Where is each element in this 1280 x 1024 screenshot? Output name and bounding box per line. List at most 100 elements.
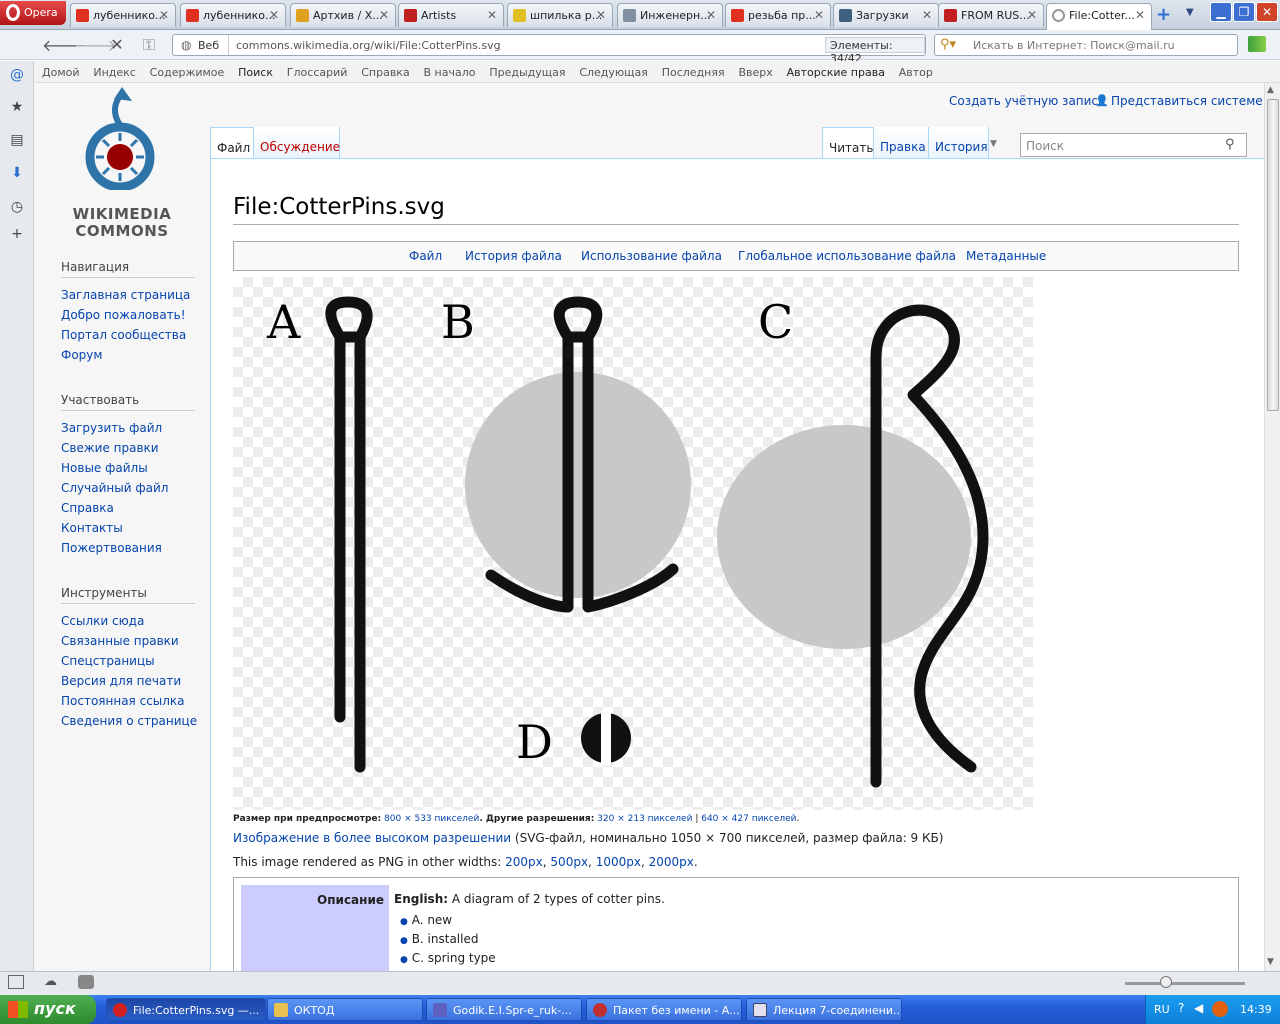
nav-help[interactable]: Справка [361,66,409,79]
nav-previous[interactable]: Предыдущая [489,66,565,79]
tab-edit[interactable]: Правка [874,127,929,159]
tab-read[interactable]: Читать [822,127,874,159]
browser-tab[interactable]: FROM RUS... ✕ [938,3,1044,27]
sidebar-item-new-files[interactable]: Новые файлы [61,461,148,475]
zoom-slider-track[interactable] [1125,982,1245,985]
browser-tab[interactable]: Артхив / Х... ✕ [290,3,396,27]
more-actions-icon[interactable]: ▼ [990,139,997,149]
start-button[interactable]: пуск [0,995,96,1024]
taskbar-item[interactable]: Пакет без имени - А... [586,998,742,1021]
tab-file[interactable]: Файл [210,127,254,159]
sidebar-item-welcome[interactable]: Добро пожаловать! [61,308,186,322]
zoom-slider-handle[interactable] [1160,976,1172,988]
nav-index[interactable]: Индекс [93,66,136,79]
close-tab-icon[interactable]: ✕ [379,8,389,22]
address-field[interactable]: ◍ Веб commons.wikimedia.org/wiki/File:Co… [172,34,926,65]
bookmarks-icon[interactable]: ★ [8,99,26,117]
tab-discussion[interactable]: Обсуждение [254,127,340,159]
nav-home[interactable]: Домой [42,66,80,79]
toc-file-usage[interactable]: Использование файла [581,249,722,263]
language-indicator[interactable]: RU [1154,1003,1170,1016]
sidebar-item-random-file[interactable]: Случайный файл [61,481,168,495]
sidebar-item-recent-changes[interactable]: Свежие правки [61,441,159,455]
toc-global-usage[interactable]: Глобальное использование файла [738,249,956,263]
help-icon[interactable]: ? [1178,1001,1184,1015]
file-preview-image[interactable]: A B C D [233,277,1033,810]
sidebar-item-page-info[interactable]: Сведения о странице [61,714,197,728]
key-icon[interactable]: ⚿ [138,35,160,55]
nav-start[interactable]: В начало [424,66,476,79]
sidebar-item-related-changes[interactable]: Связанные правки [61,634,179,648]
browser-tab[interactable]: шпилька р... ✕ [507,3,613,27]
stop-icon[interactable]: ✕ [106,35,128,55]
png-1000-link[interactable]: 1000px [596,855,641,869]
preview-size-link[interactable]: 800 × 533 пикселей [384,814,479,824]
close-tab-icon[interactable]: ✕ [487,8,497,22]
minimize-icon[interactable]: ▁ [1210,2,1232,22]
forward-icon[interactable]: 🡒 [74,35,117,55]
tab-menu-icon[interactable]: ▼ [1186,7,1194,18]
sidebar-item-printable[interactable]: Версия для печати [61,674,181,688]
toc-file-history[interactable]: История файла [465,249,562,263]
tray-app-icon[interactable] [1212,1001,1228,1017]
unite-icon[interactable] [78,975,94,989]
toc-file[interactable]: Файл [409,249,442,263]
sidebar-item-permalink[interactable]: Постоянная ссылка [61,694,185,708]
taskbar-item[interactable]: File:CotterPins.svg —... [106,998,266,1021]
close-tab-icon[interactable]: ✕ [159,8,169,22]
page-scrollbar[interactable]: ▲ ▼ [1264,83,1280,971]
nav-up[interactable]: Вверх [738,66,772,79]
sidebar-item-help[interactable]: Справка [61,501,114,515]
close-tab-icon[interactable]: ✕ [1135,8,1145,22]
sidebar-item-contacts[interactable]: Контакты [61,521,123,535]
add-panel-icon[interactable]: + [8,226,26,244]
browser-tab-active[interactable]: File:Cotter... ✕ [1046,3,1152,30]
create-account-link[interactable]: Создать учётную запись [949,94,1105,108]
nav-next[interactable]: Следующая [579,66,648,79]
wiki-search-input[interactable]: Поиск ⚲ [1020,133,1247,157]
png-500-link[interactable]: 500px [550,855,588,869]
png-200-link[interactable]: 200px [505,855,543,869]
downloads-icon[interactable]: ⬇ [8,165,26,183]
taskbar-item[interactable]: Лекция 7-соединени... [746,998,902,1021]
browser-tab[interactable]: Загрузки ✕ [833,3,939,27]
sidebar-item-special-pages[interactable]: Спецстраницы [61,654,155,668]
res1-link[interactable]: 320 × 213 пикселей [597,814,692,824]
nav-author[interactable]: Автор [899,66,933,79]
browser-tab[interactable]: Artists ✕ [398,3,504,27]
nav-copyright[interactable]: Авторские права [787,66,885,79]
res2-link[interactable]: 640 × 427 пикселей [701,814,796,824]
close-tab-icon[interactable]: ✕ [1027,8,1037,22]
new-tab-icon[interactable]: + [1156,4,1171,25]
scroll-thumb[interactable] [1267,99,1279,411]
volume-icon[interactable]: ◀ [1194,1001,1203,1015]
toc-metadata[interactable]: Метаданные [966,249,1046,263]
sidebar-item-donate[interactable]: Пожертвования [61,541,162,555]
scroll-down-icon[interactable]: ▼ [1267,957,1274,967]
sidebar-item-upload[interactable]: Загрузить файл [61,421,162,435]
close-tab-icon[interactable]: ✕ [922,8,932,22]
maximize-icon[interactable]: ❐ [1233,2,1255,22]
sidebar-item-forum[interactable]: Форум [61,348,102,362]
mail-icon[interactable]: @ [8,67,26,85]
close-window-icon[interactable]: ✕ [1256,2,1278,22]
browser-tab[interactable]: резьба пр... ✕ [725,3,831,27]
hires-link[interactable]: Изображение в более высоком разрешении [233,831,511,845]
back-icon[interactable]: 🡐 [42,35,85,55]
scroll-up-icon[interactable]: ▲ [1267,85,1274,95]
commons-logo[interactable]: WIKIMEDIA COMMONS [62,85,182,240]
panel-toggle-icon[interactable] [8,975,24,989]
close-tab-icon[interactable]: ✕ [814,8,824,22]
notes-icon[interactable]: ▤ [8,132,26,150]
tab-history[interactable]: История [929,127,989,159]
opera-menu-button[interactable]: Opera [0,1,66,25]
turbo-icon[interactable]: ☁ [44,974,57,989]
png-2000-link[interactable]: 2000px [649,855,694,869]
browser-tab[interactable]: лубеннико... ✕ [70,3,176,27]
sidebar-item-community-portal[interactable]: Портал сообщества [61,328,186,342]
browser-tab[interactable]: Инженерн... ✕ [617,3,723,27]
taskbar-item[interactable]: Godik.E.I.Spr-e_ruk-... [426,998,582,1021]
browser-tab[interactable]: лубеннико... ✕ [180,3,286,27]
search-icon[interactable]: ⚲ [1225,137,1235,152]
sidebar-item-what-links-here[interactable]: Ссылки сюда [61,614,144,628]
